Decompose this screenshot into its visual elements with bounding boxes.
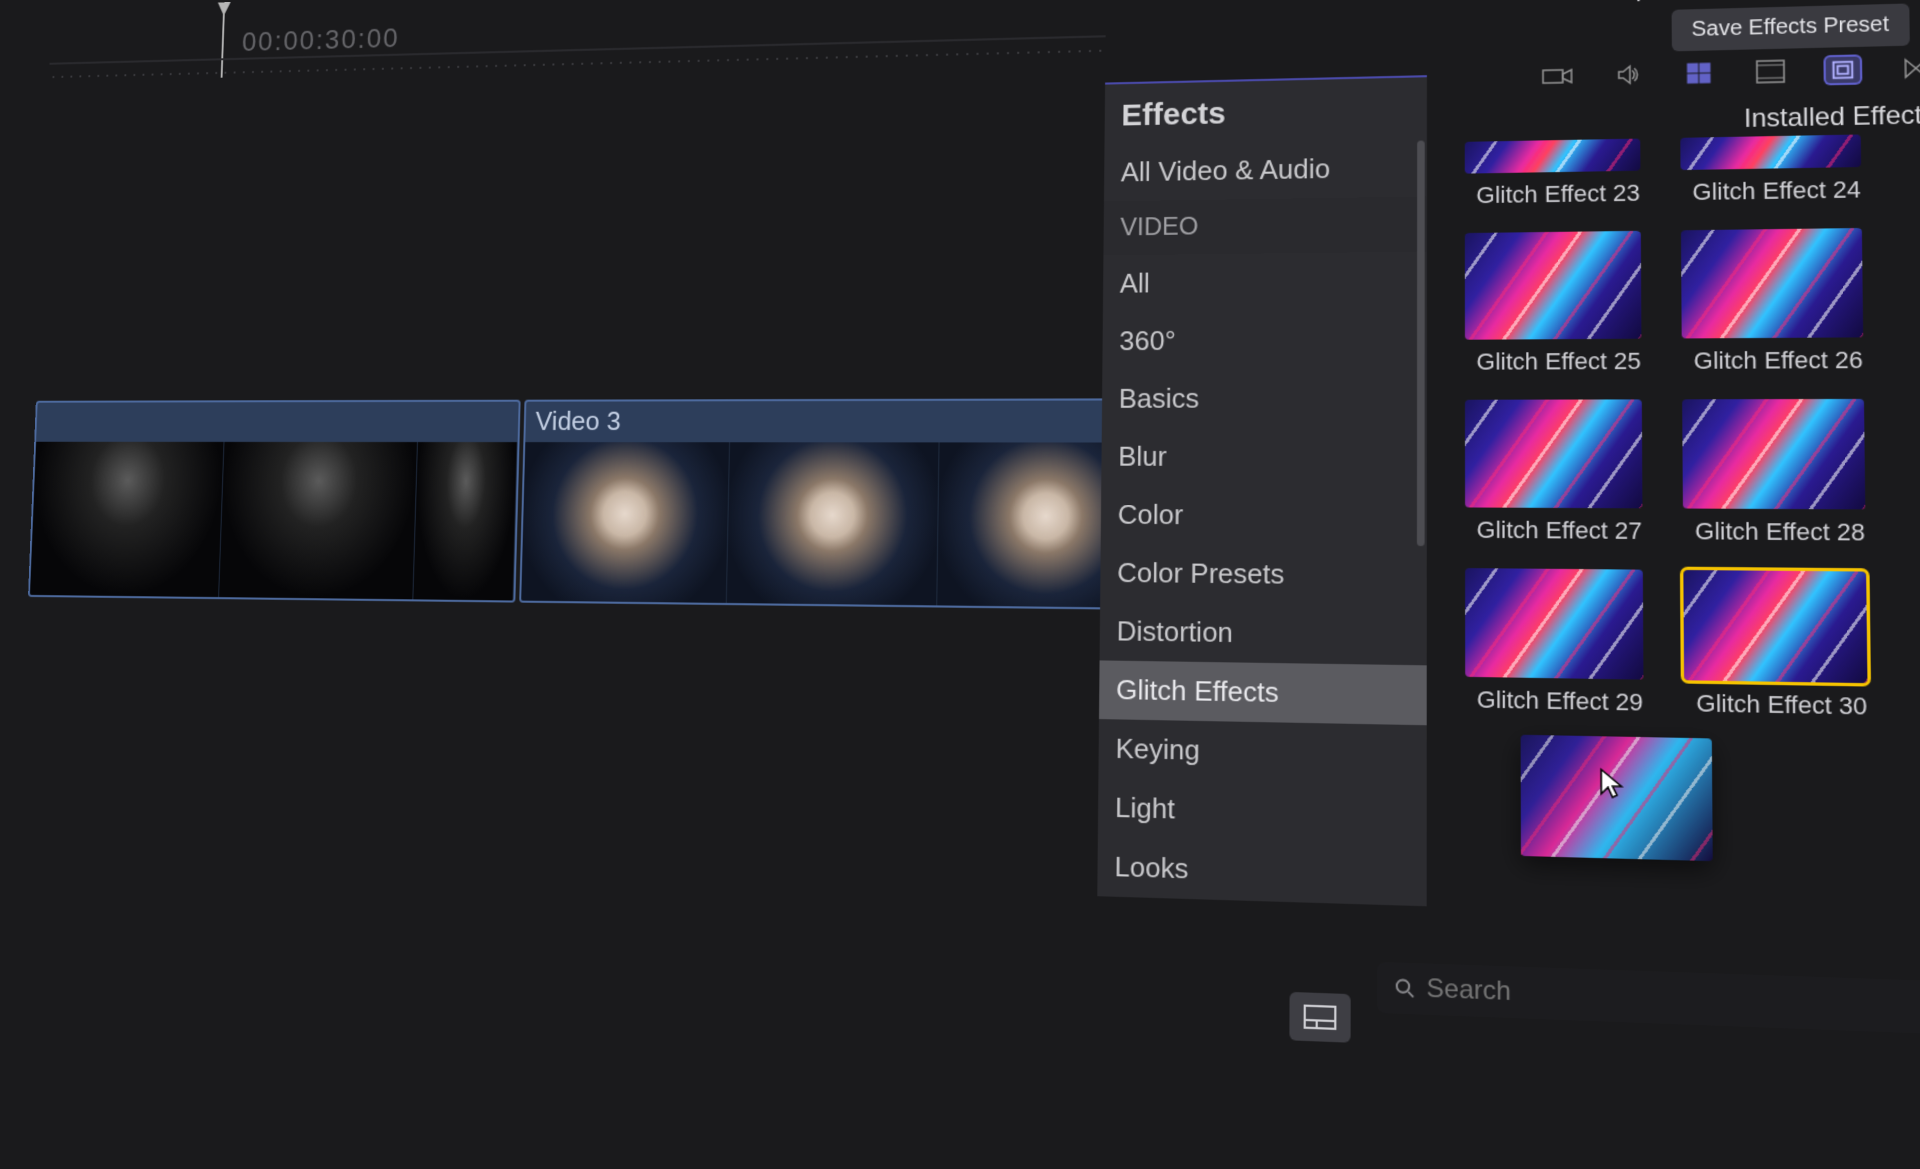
effect-thumb — [1680, 134, 1861, 170]
cat-distortion[interactable]: Distortion — [1100, 602, 1427, 665]
effects-categories-panel: Effects All Video & Audio VIDEO All 360°… — [1097, 75, 1427, 906]
effect-label: Glitch Effect 29 — [1465, 686, 1655, 718]
timeline-clip-2[interactable]: Video 3 — [519, 398, 1158, 610]
filmstrip-tab-icon[interactable] — [1753, 58, 1787, 85]
cat-light[interactable]: Light — [1098, 778, 1427, 846]
effect-thumb — [1465, 399, 1642, 508]
cat-all-video-audio[interactable]: All Video & Audio — [1104, 138, 1427, 201]
search-input[interactable] — [1426, 974, 1920, 1025]
inspector-tabs — [1541, 55, 1920, 90]
effect-label: Glitch Effect 25 — [1465, 347, 1653, 376]
cat-blur[interactable]: Blur — [1101, 428, 1427, 487]
layout-toggle-button[interactable] — [1289, 992, 1350, 1043]
cat-glitch-effects[interactable]: Glitch Effects — [1099, 660, 1427, 725]
audio-tab-icon[interactable] — [1611, 62, 1644, 88]
cat-header-video: VIDEO — [1103, 196, 1426, 255]
effect-thumb — [1683, 570, 1867, 683]
effect-item-23[interactable]: Glitch Effect 23 — [1465, 138, 1652, 209]
cat-keying[interactable]: Keying — [1098, 719, 1426, 785]
transitions-tab-icon[interactable] — [1899, 55, 1920, 82]
effects-tab-icon[interactable] — [1826, 57, 1860, 84]
effect-item-24[interactable]: Glitch Effect 24 — [1680, 134, 1873, 206]
cat-all[interactable]: All — [1103, 252, 1427, 313]
timeline-ruler[interactable]: 00:00:30:00 — [48, 0, 1106, 101]
timecode-label: 00:00:30:00 — [242, 22, 401, 57]
save-effects-preset-button[interactable]: Save Effects Preset — [1671, 3, 1910, 51]
effect-thumb — [1465, 139, 1641, 174]
playhead[interactable] — [221, 10, 225, 78]
effect-thumb — [1465, 231, 1642, 340]
cat-360[interactable]: 360° — [1102, 310, 1426, 370]
effect-label: Glitch Effect 24 — [1681, 176, 1873, 207]
cursor-icon — [1599, 767, 1628, 801]
cat-basics[interactable]: Basics — [1102, 369, 1427, 428]
effects-grid-panel: Installed Effects Glitch Effect 23 Glitc… — [1432, 99, 1920, 111]
effect-label: Glitch Effect 28 — [1683, 517, 1877, 547]
effect-item-27[interactable]: Glitch Effect 27 — [1465, 399, 1654, 545]
effect-label: Glitch Effect 27 — [1465, 516, 1654, 545]
effect-label: Glitch Effect 30 — [1684, 689, 1879, 721]
ruler-ticks — [49, 48, 1106, 80]
effect-label: Glitch Effect 23 — [1465, 179, 1652, 210]
cat-color[interactable]: Color — [1101, 486, 1427, 546]
effect-item-30[interactable]: Glitch Effect 30 — [1683, 570, 1879, 721]
installed-effects-dropdown[interactable]: Installed Effects — [1744, 100, 1920, 135]
timeline-clip-1[interactable] — [28, 400, 521, 603]
effects-search[interactable] — [1377, 962, 1920, 1036]
cat-looks[interactable]: Looks — [1097, 837, 1426, 906]
effect-thumb — [1682, 399, 1865, 509]
clip-title: Video 3 — [535, 406, 621, 438]
info-tab-icon[interactable] — [1682, 60, 1716, 86]
effect-item-25[interactable]: Glitch Effect 25 — [1465, 231, 1653, 376]
effect-item-28[interactable]: Glitch Effect 28 — [1682, 399, 1877, 547]
video-tab-icon[interactable] — [1541, 63, 1574, 89]
cat-color-presets[interactable]: Color Presets — [1100, 544, 1427, 606]
search-icon — [1395, 977, 1416, 1000]
effects-title: Effects — [1105, 77, 1427, 144]
layout-icon — [1304, 1005, 1337, 1030]
effect-item-26[interactable]: Glitch Effect 26 — [1681, 228, 1875, 376]
px-value: 0 px — [1615, 0, 1661, 3]
effect-thumb — [1465, 568, 1643, 680]
effect-thumb — [1681, 228, 1863, 338]
effect-label: Glitch Effect 26 — [1682, 346, 1875, 375]
installed-label: Installed Effects — [1744, 100, 1920, 134]
categories-scrollbar[interactable] — [1417, 140, 1425, 546]
effect-item-29[interactable]: Glitch Effect 29 — [1465, 568, 1655, 717]
